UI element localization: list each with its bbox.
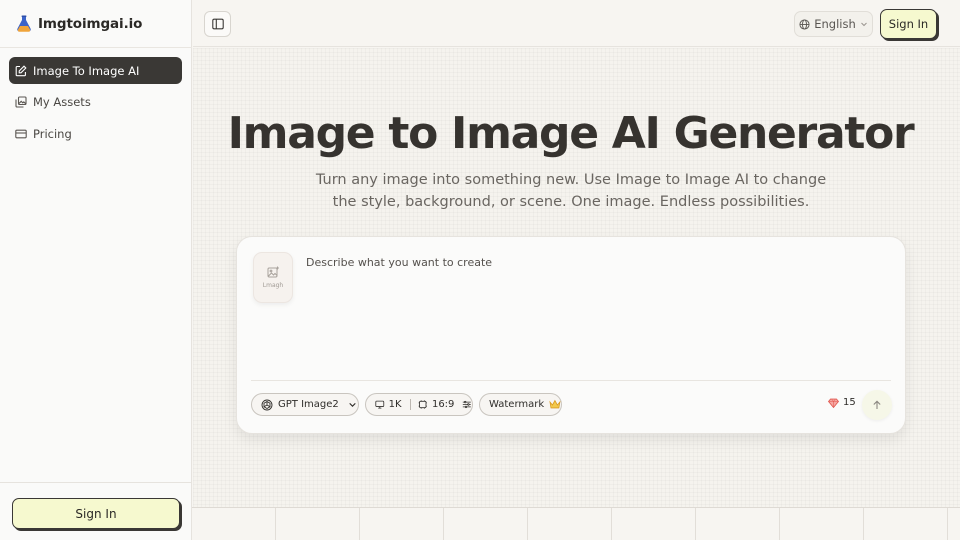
- chevron-down-icon: [349, 402, 356, 407]
- resolution-label: 1K: [388, 399, 402, 410]
- sidebar-item-my-assets[interactable]: My Assets: [9, 89, 182, 116]
- credits-indicator: 15: [828, 397, 856, 408]
- app-name: Imgtoimgai.io: [38, 16, 143, 32]
- grid-line: [527, 508, 528, 540]
- sidebar-panel-icon: [211, 18, 224, 30]
- sliders-icon: [463, 400, 472, 409]
- language-label: English: [814, 17, 856, 31]
- card-icon: [15, 129, 27, 138]
- openai-icon: [261, 399, 273, 410]
- grid-line: [779, 508, 780, 540]
- sidebar-bottom-divider: [0, 482, 192, 483]
- output-settings-selector[interactable]: 1K 16:9: [365, 393, 473, 416]
- gem-icon: [828, 398, 839, 408]
- sidebar-item-pricing[interactable]: Pricing: [9, 120, 182, 147]
- model-selector[interactable]: GPT Image2: [251, 393, 359, 416]
- watermark-toggle[interactable]: Watermark: [479, 393, 562, 416]
- image-add-icon: [267, 266, 279, 278]
- edit-icon: [15, 64, 27, 76]
- card-divider: [251, 380, 891, 381]
- arrow-up-icon: [873, 400, 881, 409]
- sidebar-toggle-button[interactable]: [204, 11, 231, 37]
- language-selector[interactable]: English: [794, 11, 873, 37]
- watermark-label: Watermark: [489, 399, 545, 410]
- generate-button[interactable]: [862, 390, 892, 420]
- sidebar-item-label: My Assets: [33, 95, 91, 109]
- sidebar-nav: Image To Image AI My Assets Pricing: [9, 57, 182, 152]
- sidebar: Imgtoimgai.io Image To Image AI My Asset…: [0, 0, 192, 540]
- chevron-down-icon: [860, 22, 867, 27]
- sidebar-item-label: Pricing: [33, 126, 72, 141]
- top-bar: English Sign In: [193, 0, 960, 47]
- prompt-input[interactable]: [306, 256, 886, 366]
- grid-line: [611, 508, 612, 540]
- credits-count: 15: [843, 397, 856, 408]
- page-title: Image to Image AI Generator: [227, 108, 915, 159]
- model-label: GPT Image2: [278, 399, 339, 410]
- grid-line: [695, 508, 696, 540]
- grid-line: [443, 508, 444, 540]
- aspect-ratio-icon: [419, 400, 428, 409]
- header-sign-in-button[interactable]: Sign In: [880, 9, 937, 39]
- grid-line: [947, 508, 948, 540]
- image-upload-button[interactable]: Lmagh: [253, 252, 293, 303]
- generator-card: Lmagh GPT Image2 1K: [236, 236, 906, 434]
- sidebar-sign-in-button[interactable]: Sign In: [12, 498, 180, 529]
- grid-line: [275, 508, 276, 540]
- chip-separator: [409, 399, 411, 410]
- grid-line: [359, 508, 360, 540]
- globe-icon: [799, 18, 810, 30]
- sidebar-item-image-to-image[interactable]: Image To Image AI: [9, 57, 182, 84]
- bottom-grid-strip: [192, 507, 960, 540]
- sidebar-item-label: Image To Image AI: [33, 63, 140, 78]
- flask-logo-icon: [17, 15, 31, 32]
- aspect-ratio-label: 16:9: [431, 399, 455, 410]
- main-content: Image to Image AI Generator Turn any ima…: [193, 48, 960, 507]
- upload-label: Lmagh: [262, 282, 284, 289]
- app-logo[interactable]: Imgtoimgai.io: [16, 14, 142, 34]
- crown-icon: [549, 399, 561, 409]
- monitor-icon: [375, 400, 385, 409]
- grid-line: [863, 508, 864, 540]
- gallery-icon: [15, 96, 27, 108]
- sidebar-divider: [0, 47, 192, 48]
- page-subtitle: Turn any image into something new. Use I…: [315, 172, 827, 210]
